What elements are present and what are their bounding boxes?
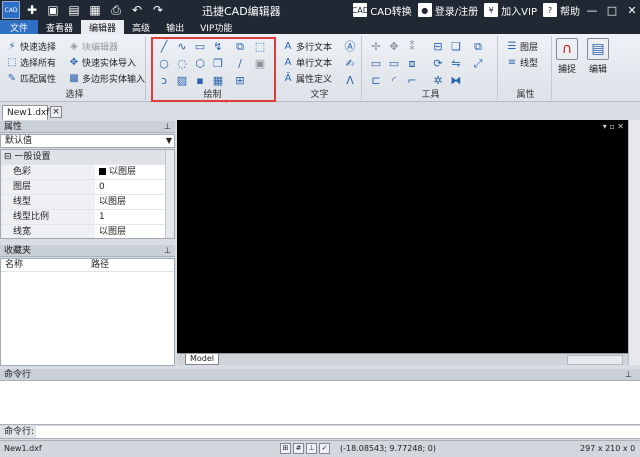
properties-table: ⊟ 一般设置 色彩 以图层 图层 0 线型 以图层 线型比例 1 线宽 以图层 bbox=[0, 149, 175, 239]
chevron-down-icon: ▼ bbox=[165, 136, 172, 145]
favorites-list: 名称 路径 bbox=[0, 258, 175, 366]
pin-icon[interactable]: ⊥ bbox=[164, 121, 171, 133]
properties-scrollbar[interactable] bbox=[165, 150, 174, 238]
command-input-label: 命令行: bbox=[0, 426, 36, 438]
command-output bbox=[0, 381, 640, 425]
favorites-panel-title: 收藏夹 ⊥ bbox=[0, 245, 175, 257]
polar-toggle-icon[interactable]: ✓ bbox=[319, 443, 330, 454]
command-input[interactable] bbox=[36, 426, 640, 438]
command-input-row: 命令行: bbox=[0, 426, 640, 439]
table-row[interactable]: 色彩 以图层 bbox=[1, 165, 174, 180]
table-row[interactable]: 线型比例 1 bbox=[1, 210, 174, 225]
layout-tab-bar: Model bbox=[177, 353, 628, 365]
document-tab[interactable]: New1.dxf bbox=[2, 105, 49, 120]
ortho-toggle-icon[interactable]: ⊥ bbox=[306, 443, 317, 454]
command-panel-title: 命令行 ⊥ bbox=[0, 369, 640, 381]
grid-toggle-icon[interactable]: # bbox=[293, 443, 304, 454]
horizontal-scrollbar[interactable] bbox=[567, 355, 623, 365]
properties-selector[interactable]: 默认值 ▼ bbox=[0, 134, 175, 148]
properties-panel-title: 属性 ⊥ bbox=[0, 121, 175, 133]
tab-model[interactable]: Model bbox=[185, 354, 219, 365]
canvas-window-controls[interactable]: ▾ ▫ ✕ bbox=[603, 122, 624, 131]
pin-icon[interactable]: ⊥ bbox=[164, 245, 171, 257]
document-tab-bar: New1.dxf × bbox=[0, 103, 640, 120]
vertical-scrollbar[interactable] bbox=[628, 120, 640, 365]
section-general[interactable]: ⊟ 一般设置 bbox=[1, 150, 174, 165]
table-row[interactable]: 图层 0 bbox=[1, 180, 174, 195]
status-drawing-size: 297 x 210 x 0 bbox=[580, 444, 636, 453]
collapse-icon[interactable]: ⊟ bbox=[1, 150, 12, 164]
drawing-canvas[interactable]: ▾ ▫ ✕ bbox=[177, 120, 628, 353]
status-bar: New1.dxf ⊞ # ⊥ ✓ (-18.08543; 9.77248; 0)… bbox=[0, 440, 640, 457]
snap-toggle-icon[interactable]: ⊞ bbox=[280, 443, 291, 454]
favorites-header: 名称 路径 bbox=[1, 259, 174, 272]
pin-icon[interactable]: ⊥ bbox=[625, 369, 632, 381]
table-row[interactable]: 线宽 以图层 bbox=[1, 225, 174, 238]
status-file: New1.dxf bbox=[4, 444, 42, 453]
status-coordinates: (-18.08543; 9.77248; 0) bbox=[340, 444, 436, 453]
table-row[interactable]: 线型 以图层 bbox=[1, 195, 174, 210]
color-swatch bbox=[99, 168, 106, 175]
close-document-icon[interactable]: × bbox=[50, 106, 62, 118]
column-name[interactable]: 名称 bbox=[1, 259, 87, 271]
column-path[interactable]: 路径 bbox=[87, 259, 109, 271]
